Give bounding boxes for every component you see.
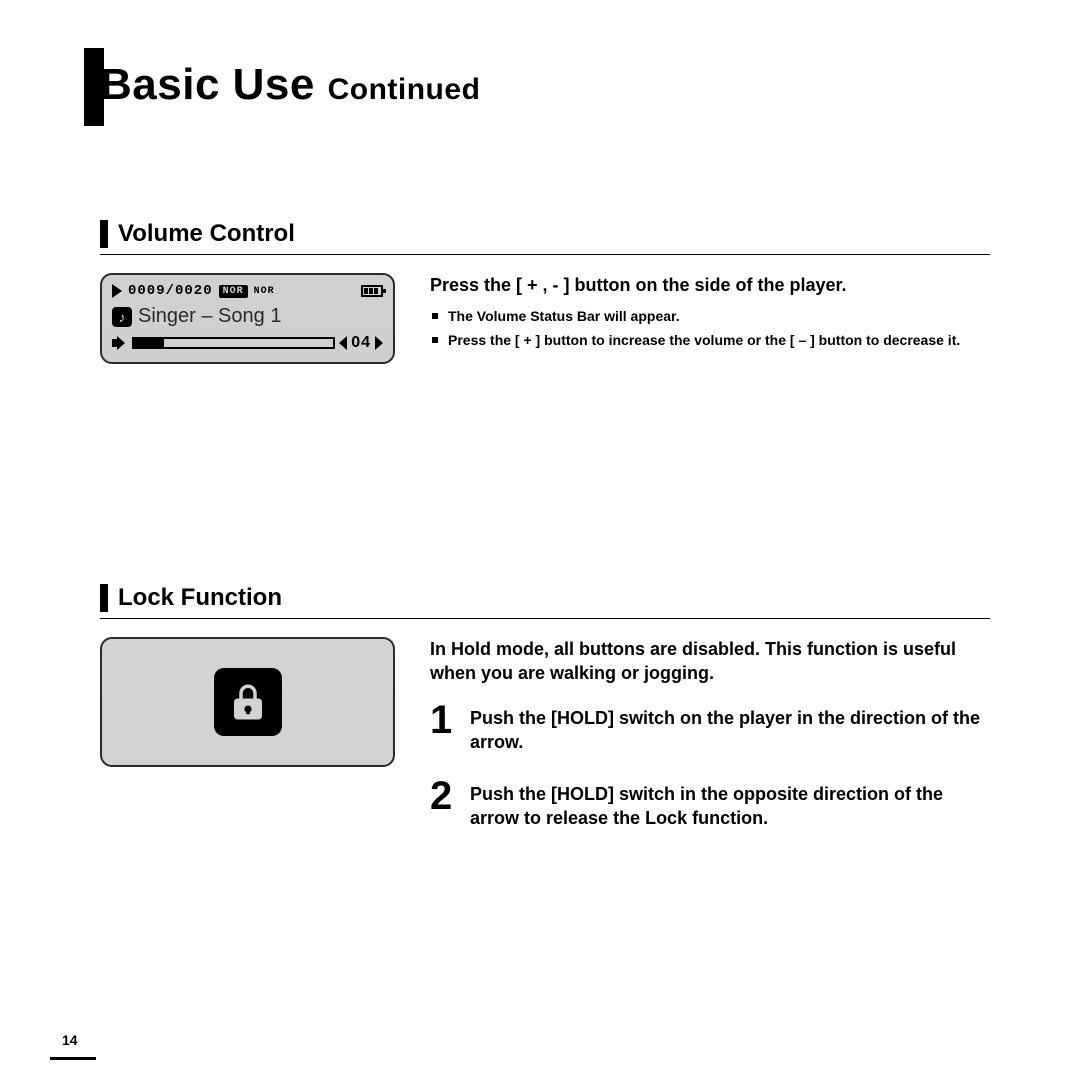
volume-lead-text: Press the [ + , - ] button on the side o… xyxy=(430,273,990,297)
volume-bar xyxy=(132,337,335,349)
page-title-bar: Basic Use Continued xyxy=(100,60,990,110)
page-number: 14 xyxy=(62,1032,78,1048)
play-icon xyxy=(112,284,122,298)
track-counter: 0009/0020 xyxy=(128,283,213,299)
volume-value: 04 xyxy=(351,334,371,352)
title-side-bar xyxy=(84,48,104,126)
battery-icon xyxy=(361,285,383,297)
heading-underline xyxy=(100,254,990,255)
page-number-tick xyxy=(50,1057,96,1060)
step-text: Push the [HOLD] switch on the player in … xyxy=(470,700,990,755)
mode-text: NOR xyxy=(254,286,275,297)
section-heading-volume: Volume Control xyxy=(100,220,990,255)
lock-icon xyxy=(214,668,282,736)
track-title: Singer – Song 1 xyxy=(138,305,281,328)
title-suffix: Continued xyxy=(328,73,481,106)
heading-bar-icon xyxy=(100,220,108,248)
step-text: Push the [HOLD] switch in the opposite d… xyxy=(470,776,990,831)
page-title: Basic Use Continued xyxy=(100,60,990,110)
step-1: 1 Push the [HOLD] switch on the player i… xyxy=(430,700,990,755)
step-2: 2 Push the [HOLD] switch in the opposite… xyxy=(430,776,990,831)
section-heading-lock: Lock Function xyxy=(100,584,990,619)
list-item: The Volume Status Bar will appear. xyxy=(430,307,990,327)
step-number: 1 xyxy=(430,700,470,755)
lock-lead-text: In Hold mode, all buttons are disabled. … xyxy=(430,637,990,686)
mode-badge: NOR xyxy=(219,285,248,298)
title-main: Basic Use xyxy=(100,60,315,109)
speaker-icon xyxy=(112,336,128,350)
step-number: 2 xyxy=(430,776,470,831)
heading-underline xyxy=(100,618,990,619)
music-note-icon: ♪ xyxy=(112,307,132,327)
heading-bar-icon xyxy=(100,584,108,612)
section-title: Volume Control xyxy=(118,220,295,248)
triangle-left-icon xyxy=(339,336,347,350)
volume-bullet-list: The Volume Status Bar will appear. Press… xyxy=(430,307,990,350)
triangle-right-icon xyxy=(375,336,383,350)
lcd-screen-volume: 0009/0020 NOR NOR ♪ Singer – Song 1 04 xyxy=(100,273,395,364)
list-item: Press the [ + ] button to increase the v… xyxy=(430,331,990,351)
section-title: Lock Function xyxy=(118,584,282,612)
lcd-screen-lock xyxy=(100,637,395,767)
